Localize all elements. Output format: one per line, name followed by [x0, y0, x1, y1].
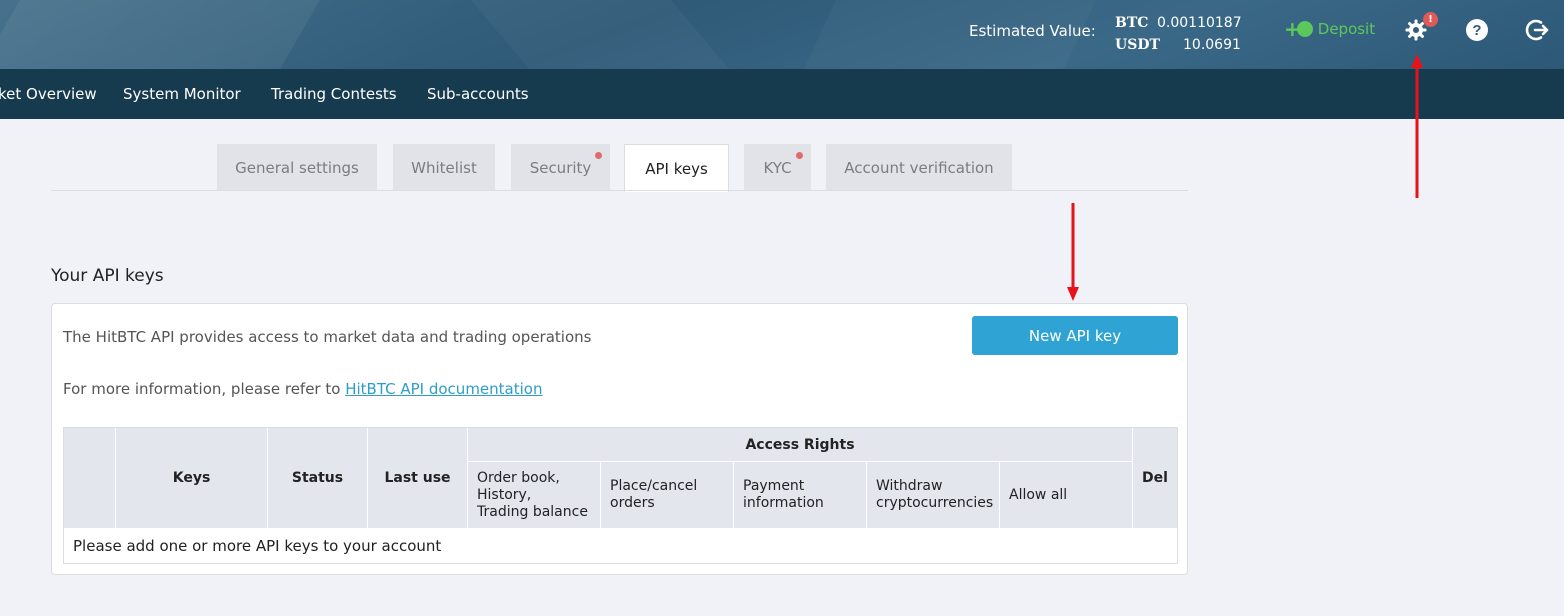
tab-account-verification[interactable]: Account verification: [826, 144, 1012, 191]
security-alert-dot: [595, 152, 602, 159]
table-header-right-withdraw: Withdraw cryptocurrencies: [867, 462, 1000, 529]
balance-currency: USDT: [1115, 37, 1160, 53]
table-header-status: Status: [268, 428, 368, 529]
tabs-divider: [51, 190, 1188, 191]
tab-general-settings[interactable]: General settings: [217, 144, 377, 191]
help-icon[interactable]: ?: [1464, 17, 1490, 43]
tab-whitelist[interactable]: Whitelist: [393, 144, 495, 191]
api-keys-table: Keys Status Last use Access Rights Order…: [63, 427, 1178, 564]
api-more-info: For more information, please refer to Hi…: [63, 380, 542, 398]
table-header-last-use: Last use: [368, 428, 468, 529]
table-header-del: Del: [1133, 428, 1177, 529]
logout-icon[interactable]: [1524, 17, 1550, 43]
annotation-arrow-settings: [1411, 54, 1423, 198]
deposit-toggle-icon: [1296, 21, 1313, 37]
table-header-keys: Keys: [116, 428, 268, 529]
page-title: Your API keys: [51, 266, 164, 286]
tab-label: KYC: [763, 158, 792, 177]
balance-amount: 0.00110187: [1157, 15, 1242, 31]
table-header-right-place-cancel: Place/cancel orders: [601, 462, 734, 529]
kyc-alert-dot: [796, 152, 803, 159]
table-empty-message: Please add one or more API keys to your …: [64, 529, 1177, 563]
tab-label: Whitelist: [411, 158, 477, 177]
table-header-access-rights: Access Rights: [468, 428, 1133, 462]
table-header-right-payment: Payment information: [734, 462, 867, 529]
table-header-right-allow-all: Allow all: [1000, 462, 1133, 529]
tab-label: Security: [529, 158, 592, 177]
estimated-balances: BTC 0.00110187 USDT 10.0691: [1115, 12, 1242, 56]
api-documentation-link[interactable]: HitBTC API documentation: [345, 380, 542, 398]
more-info-prefix: For more information, please refer to: [63, 380, 341, 398]
balance-row-btc: BTC 0.00110187: [1115, 12, 1242, 34]
tab-security[interactable]: Security: [511, 144, 610, 191]
api-keys-card: The HitBTC API provides access to market…: [51, 303, 1188, 575]
nav-item-trading-contests[interactable]: Trading Contests: [271, 85, 397, 103]
nav-item-sub-accounts[interactable]: Sub-accounts: [427, 85, 529, 103]
annotation-arrow-new-key: [1067, 203, 1079, 301]
tab-api-keys[interactable]: API keys: [624, 144, 729, 192]
tab-label: General settings: [235, 158, 359, 177]
balance-currency: BTC: [1115, 15, 1149, 31]
tab-label: API keys: [645, 159, 708, 178]
main-nav: ket Overview System Monitor Trading Cont…: [0, 69, 1564, 119]
tab-label: Account verification: [844, 158, 994, 177]
settings-alert-badge: !: [1423, 12, 1438, 27]
nav-item-market-overview[interactable]: ket Overview: [0, 85, 97, 103]
table-header-select: [64, 428, 116, 529]
svg-text:?: ?: [1472, 22, 1481, 39]
new-api-key-button[interactable]: New API key: [972, 316, 1178, 355]
api-info-text: The HitBTC API provides access to market…: [63, 328, 592, 346]
deposit-button[interactable]: + Deposit: [1284, 19, 1376, 39]
deposit-label: Deposit: [1317, 20, 1376, 38]
top-header: Estimated Value: BTC 0.00110187 USDT 10.…: [0, 0, 1564, 69]
table-header-right-order-book: Order book, History, Trading balance: [468, 462, 601, 529]
balance-amount: 10.0691: [1183, 37, 1241, 53]
estimated-value-label: Estimated Value:: [969, 22, 1096, 40]
tab-kyc[interactable]: KYC: [744, 144, 811, 191]
balance-row-usdt: USDT 10.0691: [1115, 34, 1242, 56]
nav-item-system-monitor[interactable]: System Monitor: [123, 85, 241, 103]
